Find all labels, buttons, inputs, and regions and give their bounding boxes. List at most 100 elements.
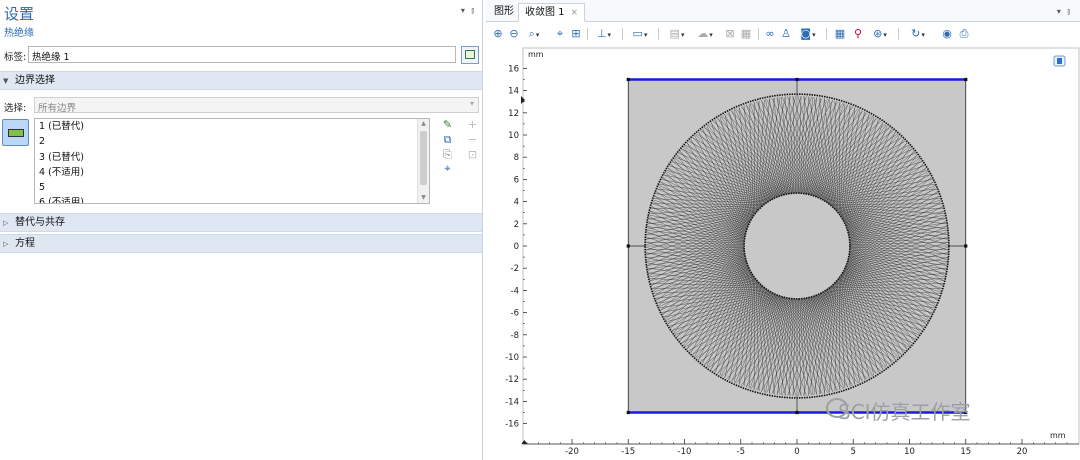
- list-item[interactable]: 1 (已替代): [35, 119, 429, 134]
- y-tick-label: 0: [514, 242, 519, 252]
- camera-icon[interactable]: ◉: [940, 26, 954, 41]
- copy-selection-icon[interactable]: ⧉: [441, 133, 454, 146]
- toolbar-separator: [587, 28, 588, 40]
- toolbar-separator: [758, 28, 759, 40]
- y-tick-label: 16: [508, 64, 519, 74]
- link-icon[interactable]: ∞: [764, 26, 776, 41]
- label-caption: 标签:: [4, 52, 27, 63]
- selection-mode-icon[interactable]: ▭: [628, 26, 652, 41]
- selection-dropdown[interactable]: 所有边界 ▾: [34, 97, 479, 114]
- y-tick-label: 4: [514, 198, 519, 208]
- render-icon[interactable]: ⊛: [868, 26, 892, 41]
- clear-selection-icon[interactable]: ⎘: [441, 148, 454, 161]
- vertex-point: [626, 410, 630, 415]
- chevron-down-icon: ▾: [469, 99, 474, 108]
- vertex-point: [626, 244, 630, 248]
- x-tick-label: -15: [621, 447, 635, 457]
- x-tick-label: 0: [794, 447, 799, 457]
- y-tick-label: -2: [511, 264, 519, 274]
- scroll-down-icon[interactable]: ▼: [418, 193, 429, 203]
- expand-right-icon: ▷: [3, 219, 9, 227]
- label-field[interactable]: 热绝缘 1: [28, 46, 456, 63]
- panel-pin-controls[interactable]: ▾ ⫾: [1057, 7, 1072, 17]
- edit-icon: [465, 50, 475, 59]
- locate-icon[interactable]: ⌖: [441, 162, 454, 175]
- list-item[interactable]: 6 (不适用): [35, 195, 429, 203]
- section-override[interactable]: ▷ 替代与共存: [0, 213, 482, 232]
- watermark: SCI仿真工作室: [838, 400, 971, 424]
- graphics-toolbar: ⊕ ⊖ ⌕ ⌖ ⊞ ⊥ ▭ ▤ ☁ ⊠ ▦ ∞ ♙ ◙ ▦ ⚲ ⊛ ↻ ◉ ⎙: [486, 23, 1080, 45]
- expand-right-icon: ▷: [3, 240, 9, 248]
- deselect-icon[interactable]: ⊠: [724, 26, 736, 41]
- label-edit-button[interactable]: [461, 46, 479, 64]
- zoom-extents-icon[interactable]: ⊞: [570, 26, 582, 41]
- y-tick-label: 8: [514, 153, 519, 163]
- y-tick-label: 2: [514, 220, 519, 230]
- x-tick-label: 5: [851, 447, 856, 457]
- zoom-selected-icon[interactable]: ⌖: [554, 26, 566, 41]
- zoom-out-icon[interactable]: ⊖: [508, 26, 520, 41]
- vertex-point: [795, 410, 799, 415]
- vertex-point: [626, 77, 630, 82]
- section-label: 方程: [15, 238, 35, 249]
- list-item[interactable]: 2: [35, 134, 429, 149]
- scroll-up-icon[interactable]: ▲: [418, 119, 429, 129]
- vertex-point: [795, 77, 799, 82]
- geometry-plot[interactable]: 1614121086420-2-4-6-8-10-12-14-16 -20 -15…: [486, 46, 1080, 460]
- toolbar-separator: [658, 28, 659, 40]
- close-icon[interactable]: ×: [571, 8, 579, 18]
- tab-bar: 图形 收敛图 1 × ▾ ⫾: [486, 0, 1080, 22]
- axis-triad-icon: [1053, 55, 1066, 67]
- zoom-in-icon[interactable]: ⊕: [492, 26, 504, 41]
- list-scrollbar[interactable]: ▲ ▼: [417, 119, 429, 203]
- y-tick-label: 6: [514, 175, 519, 185]
- select-boundaries-icon[interactable]: ☁: [694, 26, 716, 41]
- section-label: 边界选择: [15, 75, 55, 86]
- tab-convergence-plot[interactable]: 收敛图 1 ×: [518, 3, 586, 22]
- section-boundary-selection[interactable]: ▼ 边界选择: [0, 71, 482, 90]
- panel-pin-controls[interactable]: ▾ ⫾: [461, 6, 476, 16]
- x-tick-label: 20: [1017, 447, 1028, 457]
- vertex-point: [964, 244, 968, 248]
- section-equation[interactable]: ▷ 方程: [0, 234, 482, 253]
- section-label: 替代与共存: [15, 217, 65, 228]
- settings-panel: 设置 热绝缘 ▾ ⫾ 标签: 热绝缘 1 ▼ 边界选择 选择: 所有边界 ▾ 1 …: [0, 0, 483, 460]
- boundary-list[interactable]: 1 (已替代) 2 3 (已替代) 4 (不适用) 5 6 (不适用) ▲ ▼: [34, 118, 430, 204]
- axis-orientation-icon[interactable]: ⊥: [592, 26, 616, 41]
- inner-circle: [743, 192, 851, 300]
- zoom-box-icon[interactable]: ⌕: [524, 26, 544, 41]
- y-tick-label: -4: [511, 286, 519, 296]
- select-objects-icon[interactable]: ▤: [666, 26, 688, 41]
- zoom-selection-icon[interactable]: ⊡: [466, 148, 479, 161]
- expand-down-icon: ▼: [3, 77, 9, 85]
- filter-icon[interactable]: ⚲: [852, 26, 864, 41]
- add-icon[interactable]: +: [466, 118, 479, 131]
- graphics-panel: 图形 收敛图 1 × ▾ ⫾ ⊕ ⊖ ⌕ ⌖ ⊞ ⊥ ▭ ▤ ☁ ⊠ ▦ ∞ ♙ …: [486, 0, 1080, 460]
- boundary-selection-mode-button[interactable]: [2, 119, 29, 146]
- scroll-thumb[interactable]: [420, 131, 427, 185]
- list-item[interactable]: 3 (已替代): [35, 150, 429, 165]
- view-icon[interactable]: ◙: [796, 26, 820, 41]
- y-tick-label: -12: [505, 375, 519, 385]
- grid-icon[interactable]: ▦: [834, 26, 846, 41]
- y-tick-label: 14: [508, 87, 519, 97]
- tab-graphics[interactable]: 图形: [488, 3, 520, 22]
- vertex-point: [964, 77, 968, 82]
- y-tick-label: 10: [508, 131, 519, 141]
- y-tick-label: -6: [511, 309, 519, 319]
- print-icon[interactable]: ⎙: [958, 26, 970, 41]
- y-tick-label: -16: [505, 420, 519, 430]
- select-all-icon[interactable]: ▦: [740, 26, 752, 41]
- x-tick-label: 15: [960, 447, 971, 457]
- remove-icon[interactable]: −: [466, 133, 479, 146]
- list-item[interactable]: 4 (不适用): [35, 165, 429, 180]
- refresh-icon[interactable]: ↻: [906, 26, 930, 41]
- panel-title: 设置: [4, 5, 35, 23]
- list-item[interactable]: 5: [35, 180, 429, 195]
- toolbar-separator: [826, 28, 827, 40]
- paste-selection-icon[interactable]: ✎: [441, 118, 454, 131]
- scene-light-icon[interactable]: ♙: [780, 26, 792, 41]
- x-tick-label: -5: [737, 447, 745, 457]
- geometry-domain: [626, 77, 968, 415]
- y-tick-label: -10: [505, 353, 519, 363]
